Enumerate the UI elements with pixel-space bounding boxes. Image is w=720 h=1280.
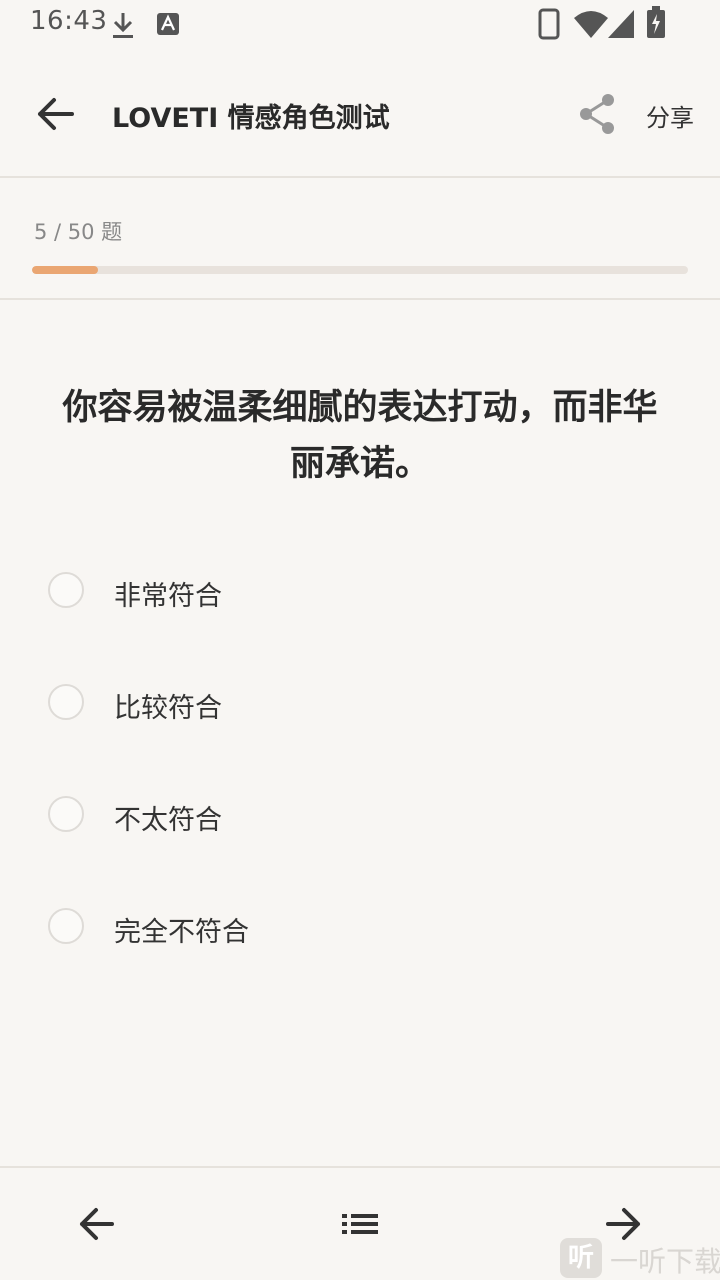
phone-icon <box>538 8 560 40</box>
share-button[interactable]: 分享 <box>646 98 694 133</box>
signal-icon <box>608 10 634 38</box>
watermark-text: 一听下载 <box>610 1245 720 1278</box>
status-time: 16:43 <box>30 6 108 36</box>
prev-arrow-icon[interactable] <box>64 1198 128 1250</box>
text-a-icon <box>157 13 179 35</box>
share-icon[interactable] <box>574 90 622 138</box>
app-bar: LOVETI 情感角色测试 分享 <box>0 48 720 176</box>
status-bar: 16:43 <box>0 0 720 48</box>
option-label: 完全不符合 <box>114 917 249 948</box>
back-arrow-icon[interactable] <box>28 92 84 136</box>
option-label: 比较符合 <box>114 693 222 724</box>
progress-bar <box>32 266 688 274</box>
radio-button[interactable] <box>48 796 84 832</box>
option-item[interactable]: 非常符合 <box>40 552 680 632</box>
list-icon[interactable] <box>328 1198 392 1250</box>
option-item[interactable]: 比较符合 <box>40 664 680 744</box>
wifi-icon <box>574 11 608 38</box>
progress-counter: 5 / 50 题 <box>34 220 123 244</box>
option-label: 不太符合 <box>114 805 222 836</box>
download-icon <box>113 13 133 38</box>
radio-button[interactable] <box>48 684 84 720</box>
option-label: 非常符合 <box>114 581 222 612</box>
radio-button[interactable] <box>48 572 84 608</box>
question-text: 你容易被温柔细腻的表达打动，而非华丽承诺。 <box>62 388 658 484</box>
progress-divider <box>0 298 720 300</box>
header-divider <box>0 176 720 178</box>
option-item[interactable]: 不太符合 <box>40 776 680 856</box>
radio-button[interactable] <box>48 908 84 944</box>
page-title: LOVETI 情感角色测试 <box>112 103 390 134</box>
progress-bar-fill <box>32 266 98 274</box>
battery-charging-icon <box>647 6 665 38</box>
option-item[interactable]: 完全不符合 <box>40 888 680 968</box>
watermark: 听 一听下载 <box>560 1236 720 1280</box>
watermark-badge: 听 <box>560 1238 602 1278</box>
